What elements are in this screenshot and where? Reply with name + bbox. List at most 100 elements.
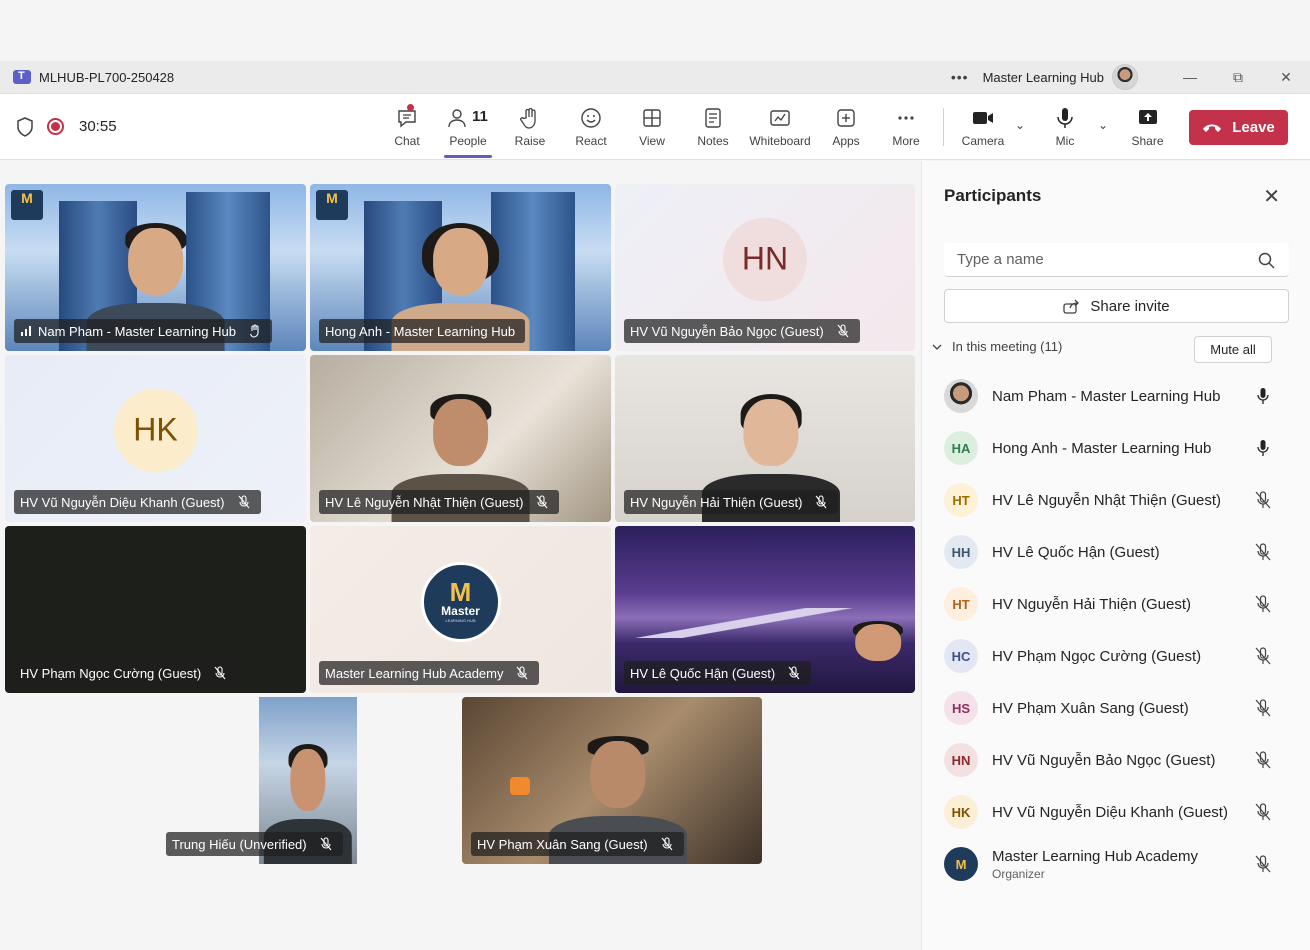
whiteboard-label: Whiteboard — [749, 134, 811, 148]
video-tile[interactable]: Trung Hiếu (Unverified) — [160, 697, 460, 864]
search-icon[interactable] — [1258, 252, 1275, 269]
people-button[interactable]: 11 People — [432, 94, 504, 160]
initials-avatar: HK — [113, 388, 198, 473]
view-label: View — [639, 134, 665, 148]
fireplace-background — [510, 777, 530, 795]
mic-button[interactable]: Mic — [1045, 94, 1085, 160]
participant-name: Nam Pham - Master Learning Hub — [992, 387, 1221, 405]
mic-off-icon — [320, 837, 332, 851]
mic-off-icon[interactable] — [1254, 491, 1272, 509]
mic-off-icon[interactable] — [1254, 647, 1272, 665]
account-avatar[interactable] — [1112, 64, 1138, 90]
participant-row[interactable]: HK HV Vũ Nguyễn Diệu Khanh (Guest) — [944, 786, 1304, 838]
participant-avatar: HH — [944, 535, 978, 569]
participants-panel: Participants ✕ Share invite In this meet… — [921, 161, 1310, 950]
mic-off-icon[interactable] — [1254, 751, 1272, 769]
video-tile[interactable]: HN HV Vũ Nguyễn Bảo Ngọc (Guest) — [615, 184, 915, 351]
microphone-icon[interactable] — [1254, 387, 1272, 405]
video-tile[interactable]: HV Lê Nguyễn Nhật Thiện (Guest) — [310, 355, 611, 522]
mute-all-button[interactable]: Mute all — [1194, 336, 1272, 363]
mic-options-chevron-icon[interactable]: ⌄ — [1098, 118, 1108, 132]
participant-info: HV Vũ Nguyễn Diệu Khanh (Guest) — [992, 804, 1228, 821]
share-arrow-icon — [1063, 299, 1080, 314]
participant-row[interactable]: HT HV Nguyễn Hải Thiện (Guest) — [944, 578, 1304, 630]
participant-name: HV Lê Quốc Hận (Guest) — [992, 543, 1160, 561]
more-options-icon[interactable]: ••• — [951, 69, 969, 85]
tile-name: HV Vũ Nguyễn Bảo Ngọc (Guest) — [630, 323, 824, 339]
participant-row[interactable]: HA Hong Anh - Master Learning Hub — [944, 422, 1304, 474]
participant-row[interactable]: M Master Learning Hub Academy Organizer — [944, 838, 1304, 890]
org-name[interactable]: Master Learning Hub — [983, 70, 1104, 85]
mic-off-icon[interactable] — [1254, 595, 1272, 613]
logo-m-icon: M — [449, 577, 472, 607]
participant-row[interactable]: HN HV Vũ Nguyễn Bảo Ngọc (Guest) — [944, 734, 1304, 786]
participant-avatar: HC — [944, 639, 978, 673]
mic-off-icon[interactable] — [1254, 803, 1272, 821]
whiteboard-button[interactable]: Whiteboard — [748, 94, 812, 160]
mic-off-icon[interactable] — [1254, 855, 1272, 873]
tile-name-bar: Trung Hiếu (Unverified) — [166, 832, 343, 856]
share-invite-button[interactable]: Share invite — [944, 289, 1289, 323]
share-label: Share — [1131, 133, 1164, 148]
mic-off-icon — [238, 495, 249, 509]
video-tile[interactable]: HV Lê Quốc Hận (Guest) — [615, 526, 915, 693]
mic-off-icon — [517, 666, 528, 680]
participant-row[interactable]: HT HV Lê Nguyễn Nhật Thiện (Guest) — [944, 474, 1304, 526]
view-button[interactable]: View — [626, 94, 678, 160]
minimize-button[interactable]: — — [1166, 61, 1214, 94]
smiley-icon — [581, 108, 601, 128]
participant-info: HV Phạm Xuân Sang (Guest) — [992, 700, 1189, 717]
video-tile[interactable]: M Nam Pham - Master Learning Hub — [5, 184, 306, 351]
react-button[interactable]: React — [556, 94, 626, 160]
participant-name: HV Phạm Ngọc Cường (Guest) — [992, 647, 1202, 665]
participant-avatar: HK — [944, 795, 978, 829]
tile-name: HV Lê Quốc Hận (Guest) — [630, 665, 776, 681]
tile-name: HV Phạm Ngọc Cường (Guest) — [20, 665, 202, 681]
chat-button[interactable]: Chat — [382, 94, 432, 160]
apps-button[interactable]: Apps — [812, 94, 880, 160]
logo-subtext: LEARNING HUB — [445, 618, 476, 623]
video-tile[interactable]: HV Phạm Xuân Sang (Guest) — [462, 697, 762, 864]
mic-off-icon[interactable] — [1254, 699, 1272, 717]
participant-row[interactable]: HC HV Phạm Ngọc Cường (Guest) — [944, 630, 1304, 682]
video-tile[interactable]: M Hong Anh - Master Learning Hub — [310, 184, 611, 351]
video-tile[interactable]: M Master LEARNING HUB Master Learning Hu… — [310, 526, 611, 693]
camera-button[interactable]: Camera — [958, 94, 1008, 160]
video-tile[interactable]: HV Phạm Ngọc Cường (Guest) — [5, 526, 306, 693]
participant-row[interactable]: Nam Pham - Master Learning Hub — [944, 370, 1304, 422]
participant-row[interactable]: HH HV Lê Quốc Hận (Guest) — [944, 526, 1304, 578]
close-panel-icon[interactable]: ✕ — [1263, 184, 1280, 209]
share-button[interactable]: Share — [1125, 94, 1170, 160]
recording-icon — [47, 118, 64, 135]
signal-icon — [21, 326, 31, 336]
participant-info: Master Learning Hub Academy Organizer — [992, 848, 1198, 881]
tile-name-bar: HV Phạm Ngọc Cường (Guest) — [14, 661, 238, 685]
in-meeting-section-toggle[interactable]: In this meeting (11) — [932, 339, 1062, 354]
participant-avatar — [944, 379, 978, 413]
participant-search-input[interactable] — [944, 243, 1289, 277]
leave-button[interactable]: Leave — [1189, 110, 1288, 145]
camera-options-chevron-icon[interactable]: ⌄ — [1015, 118, 1025, 132]
brand-logo-icon: M — [316, 190, 348, 220]
unread-dot — [407, 104, 414, 111]
academy-logo-icon: M — [955, 856, 967, 872]
video-tile[interactable]: HV Nguyễn Hải Thiện (Guest) — [615, 355, 915, 522]
microphone-icon[interactable] — [1254, 439, 1272, 457]
logo-text: Master — [441, 604, 480, 618]
face — [432, 399, 489, 466]
close-window-button[interactable]: ✕ — [1262, 61, 1310, 94]
raise-hand-button[interactable]: Raise — [504, 94, 556, 160]
mic-off-icon[interactable] — [1254, 543, 1272, 561]
restore-button[interactable]: ⧉ — [1214, 61, 1262, 94]
tile-name: Hong Anh - Master Learning Hub — [325, 323, 516, 339]
participant-row[interactable]: HS HV Phạm Xuân Sang (Guest) — [944, 682, 1304, 734]
more-button[interactable]: More — [880, 94, 932, 160]
participant-avatar: HS — [944, 691, 978, 725]
shield-icon[interactable] — [16, 116, 34, 137]
participant-info: HV Lê Nguyễn Nhật Thiện (Guest) — [992, 492, 1221, 509]
tile-name-bar: HV Nguyễn Hải Thiện (Guest) — [624, 490, 839, 514]
chat-label: Chat — [394, 134, 420, 148]
participant-info: HV Phạm Ngọc Cường (Guest) — [992, 648, 1201, 665]
video-tile[interactable]: HK HV Vũ Nguyễn Diệu Khanh (Guest) — [5, 355, 306, 522]
notes-button[interactable]: Notes — [678, 94, 748, 160]
